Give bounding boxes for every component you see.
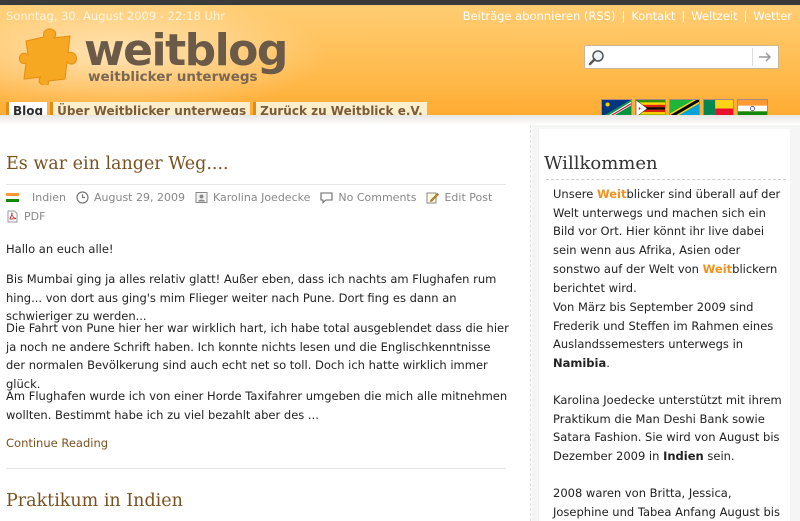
- logo-title[interactable]: weitblog: [84, 29, 288, 73]
- sidebar-text: .: [606, 356, 610, 371]
- meta-date: August 29, 2009: [76, 191, 185, 204]
- rss-link[interactable]: Beiträge abonnieren (RSS): [463, 9, 616, 23]
- meta-date-label: August 29, 2009: [94, 191, 185, 204]
- site-header: Sonntag, 30. August 2009 - 22:18 Uhr Bei…: [0, 5, 800, 120]
- weltzeit-link[interactable]: Weltzeit: [691, 9, 737, 23]
- sidebar-text: sein.: [703, 449, 735, 464]
- header-shadow: [0, 115, 800, 125]
- post-title[interactable]: Praktikum in Indien: [6, 491, 183, 511]
- sidebar-paragraph: Unsere Weitblicker sind überall auf der …: [553, 185, 783, 297]
- sidebar-highlight: Weit: [596, 187, 627, 201]
- meta-comments-label[interactable]: No Comments: [338, 191, 416, 204]
- sidebar-bold: Indien: [663, 449, 704, 464]
- sidebar-divider: [530, 125, 531, 521]
- sidebar-paragraph: Von März bis September 2009 sind Frederi…: [553, 298, 783, 373]
- author-icon: [195, 192, 208, 203]
- sidebar-title: Willkommen: [544, 153, 658, 174]
- edit-post-link[interactable]: Edit Post: [444, 191, 492, 204]
- post-divider: [6, 184, 506, 185]
- meta-country: Indien: [6, 191, 66, 204]
- post-paragraph: Die Fahrt von Pune hier her war wirklich…: [6, 321, 509, 391]
- edit-icon: [426, 192, 440, 204]
- sidebar-text: Von März bis September 2009 sind Frederi…: [553, 300, 774, 352]
- link-separator: |: [681, 9, 686, 23]
- sidebar-text: Unsere: [553, 187, 597, 201]
- comment-icon: [320, 192, 333, 204]
- pdf-icon: [7, 210, 18, 223]
- india-flag-icon: [6, 193, 19, 202]
- post-meta: Indien August 29, 2009 Karolina Joedecke…: [6, 191, 502, 204]
- sidebar-title-divider: [546, 179, 786, 180]
- header-date: Sonntag, 30. August 2009 - 22:18 Uhr: [6, 9, 225, 23]
- search-box: [584, 45, 779, 69]
- link-separator: |: [743, 9, 748, 23]
- post-divider: [6, 468, 506, 469]
- clock-icon: [76, 191, 89, 204]
- kontakt-link[interactable]: Kontakt: [631, 9, 675, 23]
- sidebar-bold: Namibia: [553, 356, 607, 371]
- search-submit-button[interactable]: [752, 48, 776, 66]
- search-icon: [588, 50, 604, 66]
- post-paragraph: Am Flughafen wurde ich von einer Horde T…: [6, 389, 508, 422]
- arrow-right-icon: [758, 52, 771, 62]
- meta-edit: Edit Post: [426, 191, 492, 204]
- main-content: Es war ein langer Weg.... Indien August …: [0, 125, 520, 521]
- post-title[interactable]: Es war ein langer Weg....: [6, 154, 229, 174]
- continue-reading-link[interactable]: Continue Reading: [6, 436, 108, 450]
- meta-author: Karolina Joedecke: [195, 191, 310, 204]
- sidebar-paragraph: Karolina Joedecke unterstützt mit ihrem …: [553, 391, 783, 466]
- link-separator: |: [621, 9, 626, 23]
- post-meta-pdf: PDF: [6, 210, 45, 223]
- post-paragraph: Bis Mumbai ging ja alles relativ glatt! …: [6, 272, 497, 323]
- header-links: Beiträge abonnieren (RSS) | Kontakt | We…: [463, 9, 792, 23]
- wetter-link[interactable]: Wetter: [753, 9, 792, 23]
- pdf-link[interactable]: PDF: [24, 210, 45, 223]
- puzzle-logo-icon[interactable]: [18, 27, 78, 85]
- meta-comments: No Comments: [320, 191, 416, 204]
- search-input[interactable]: [609, 48, 747, 66]
- sidebar-highlight: Weit: [702, 261, 733, 276]
- meta-country-label[interactable]: Indien: [32, 191, 66, 204]
- meta-author-label[interactable]: Karolina Joedecke: [213, 191, 310, 204]
- logo-subtitle: weitblicker unterwegs: [88, 69, 258, 85]
- post-paragraph: Hallo an euch alle!: [6, 242, 114, 256]
- sidebar-paragraph: 2008 waren von Britta, Jessica, Josephin…: [553, 486, 780, 519]
- sidebar: Willkommen Unsere Weitblicker sind übera…: [532, 125, 800, 521]
